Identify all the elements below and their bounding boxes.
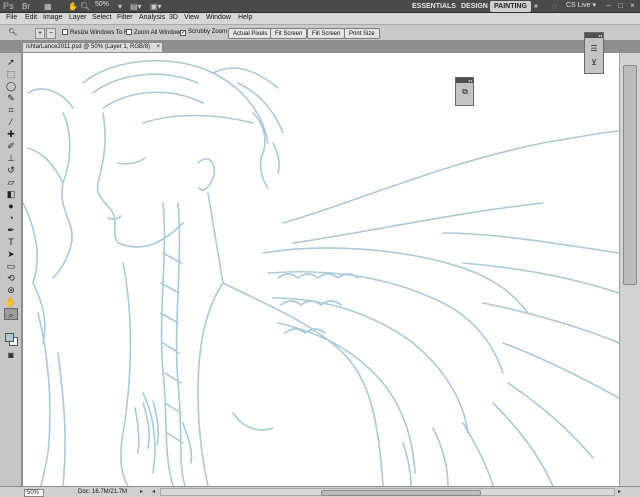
crop-icon[interactable]: ⌗	[4, 104, 18, 116]
cs-live-menu[interactable]: CS Live ▾	[566, 1, 596, 9]
brush-icon[interactable]: ✐	[4, 140, 18, 152]
zoom-all-windows-label: Zoom All Windows	[134, 30, 184, 36]
bridge-icon[interactable]: Br	[22, 2, 30, 11]
print-size-button[interactable]: Print Size	[344, 28, 380, 39]
tools-panel: ➚ ⬚ ◯ ✎ ⌗ ⁄ ✚ ✐ ⊥ ↺ ▱ ◧ ● ◔ ✒ T ➤ ▭ ⟲ ⊛ …	[0, 53, 22, 486]
chevron-down-icon[interactable]: ▾	[118, 2, 122, 11]
shape-icon[interactable]: ▭	[4, 260, 18, 272]
status-bar: 50% Doc: 16.7M/21.7M ▸ ◂ ▸	[0, 486, 640, 497]
zoom-percent-field[interactable]: 50%	[24, 489, 44, 497]
horizontal-scroll-thumb[interactable]	[321, 490, 481, 496]
foreground-color-swatch[interactable]	[5, 333, 14, 342]
hand-icon[interactable]: ✋	[4, 296, 18, 308]
menu-filter[interactable]: Filter	[117, 14, 133, 21]
zoom-tool-icon[interactable]: 🔍︎	[80, 2, 90, 11]
vertical-scrollbar[interactable]	[619, 53, 640, 486]
scrubby-zoom-checkbox[interactable]: ✓ Scrubby Zoom	[180, 29, 227, 36]
navigator-mini-panel: ◂◂ ⧉	[455, 77, 474, 106]
maximize-icon[interactable]: □	[616, 1, 625, 10]
zoom-icon[interactable]: ⌕	[4, 308, 18, 320]
3d-orbit-icon[interactable]: ⊛	[4, 284, 18, 296]
arrange-documents-icon[interactable]: ▤▾	[130, 2, 142, 11]
status-menu-arrow-icon[interactable]: ▸	[140, 488, 143, 495]
quick-select-icon[interactable]: ✎	[4, 92, 18, 104]
panel-grip[interactable]: ◂◂	[456, 78, 473, 83]
options-bar: 🔍︎ + − Resize Windows To Fit Zoom All Wi…	[0, 25, 640, 41]
move-icon[interactable]: ➚	[4, 56, 18, 68]
workspace-essentials[interactable]: ESSENTIALS	[408, 1, 460, 12]
layers-stack-icon[interactable]: ⧉	[459, 86, 471, 98]
guides-icon[interactable]: ▦	[44, 2, 52, 11]
screen-mode-icon[interactable]: ▣▾	[150, 2, 162, 11]
zoom-tool-icon[interactable]: 🔍︎	[8, 28, 18, 39]
3d-rotate-icon[interactable]: ⟲	[4, 272, 18, 284]
menu-select[interactable]: Select	[92, 14, 111, 21]
photoshop-logo: Ps	[3, 1, 15, 11]
menu-3d[interactable]: 3D	[169, 14, 178, 21]
gradient-icon[interactable]: ◧	[4, 188, 18, 200]
close-document-icon[interactable]: ×	[156, 43, 160, 52]
history-brush-icon[interactable]: ↺	[4, 164, 18, 176]
eyedropper-icon[interactable]: ⁄	[4, 116, 18, 128]
zoom-level-dropdown[interactable]: 50%	[95, 1, 109, 8]
scroll-left-arrow-icon[interactable]: ◂	[152, 488, 155, 495]
menu-analysis[interactable]: Analysis	[139, 14, 165, 21]
document-title: IshtarLance2011.psd @ 50% (Layer 1, RGB/…	[26, 44, 151, 50]
close-icon[interactable]: ×	[628, 1, 637, 10]
application-bar: Ps Br ▦ ✋ 🔍︎ 50% ▾ ▤▾ ▣▾ ESSENTIALS DESI…	[0, 0, 640, 13]
zoom-in-icon[interactable]: +	[35, 28, 45, 39]
horizontal-scrollbar[interactable]	[160, 488, 615, 496]
panel-grip[interactable]: ◂◂	[585, 33, 603, 38]
clone-stamp-icon[interactable]: ⊥	[4, 152, 18, 164]
workspace-painting[interactable]: PAINTING	[490, 1, 531, 12]
menu-edit[interactable]: Edit	[25, 14, 37, 21]
workspace-design[interactable]: DESIGN	[457, 1, 492, 12]
vertical-scroll-thumb[interactable]	[623, 65, 637, 285]
fill-screen-button[interactable]: Fill Screen	[307, 28, 346, 39]
line-art-sketch	[23, 59, 619, 486]
marquee-icon[interactable]: ⬚	[4, 68, 18, 80]
document-tab[interactable]: IshtarLance2011.psd @ 50% (Layer 1, RGB/…	[22, 42, 163, 52]
menu-file[interactable]: File	[6, 14, 17, 21]
resize-windows-checkbox[interactable]: Resize Windows To Fit	[62, 29, 131, 36]
type-icon[interactable]: T	[4, 236, 18, 248]
zoom-out-icon[interactable]: −	[46, 28, 56, 39]
lasso-icon[interactable]: ◯	[4, 80, 18, 92]
path-select-icon[interactable]: ➤	[4, 248, 18, 260]
document-canvas[interactable]	[23, 53, 619, 486]
scrubby-zoom-label: Scrubby Zoom	[188, 29, 228, 35]
menu-help[interactable]: Help	[238, 14, 252, 21]
brush-settings-icon[interactable]: ☰	[588, 43, 600, 55]
actual-pixels-button[interactable]: Actual Pixels	[228, 28, 273, 39]
healing-brush-icon[interactable]: ✚	[4, 128, 18, 140]
quick-mask-icon[interactable]: ◙	[4, 349, 18, 361]
cs-live-icon: ◌	[552, 2, 557, 11]
menu-image[interactable]: Image	[43, 14, 62, 21]
resize-windows-label: Resize Windows To Fit	[70, 30, 131, 36]
document-size-info: Doc: 16.7M/21.7M	[78, 489, 128, 495]
menu-bar: File Edit Image Layer Select Filter Anal…	[0, 13, 640, 25]
menu-view[interactable]: View	[184, 14, 199, 21]
hand-tool-icon[interactable]: ✋	[68, 2, 78, 11]
zoom-all-windows-checkbox[interactable]: Zoom All Windows	[126, 29, 183, 36]
more-workspaces-button[interactable]: »	[530, 1, 542, 12]
eraser-icon[interactable]: ▱	[4, 176, 18, 188]
scroll-right-arrow-icon[interactable]: ▸	[618, 488, 621, 495]
fit-screen-button[interactable]: Fit Screen	[270, 28, 308, 39]
pen-icon[interactable]: ✒	[4, 224, 18, 236]
dodge-icon[interactable]: ◔	[4, 212, 18, 224]
minimize-icon[interactable]: –	[604, 1, 613, 10]
menu-layer[interactable]: Layer	[69, 14, 87, 21]
clone-source-icon[interactable]: ⊻	[588, 57, 600, 69]
blur-icon[interactable]: ●	[4, 200, 18, 212]
menu-window[interactable]: Window	[206, 14, 231, 21]
brush-presets-mini-panel: ◂◂ ☰ ⊻	[584, 32, 604, 74]
